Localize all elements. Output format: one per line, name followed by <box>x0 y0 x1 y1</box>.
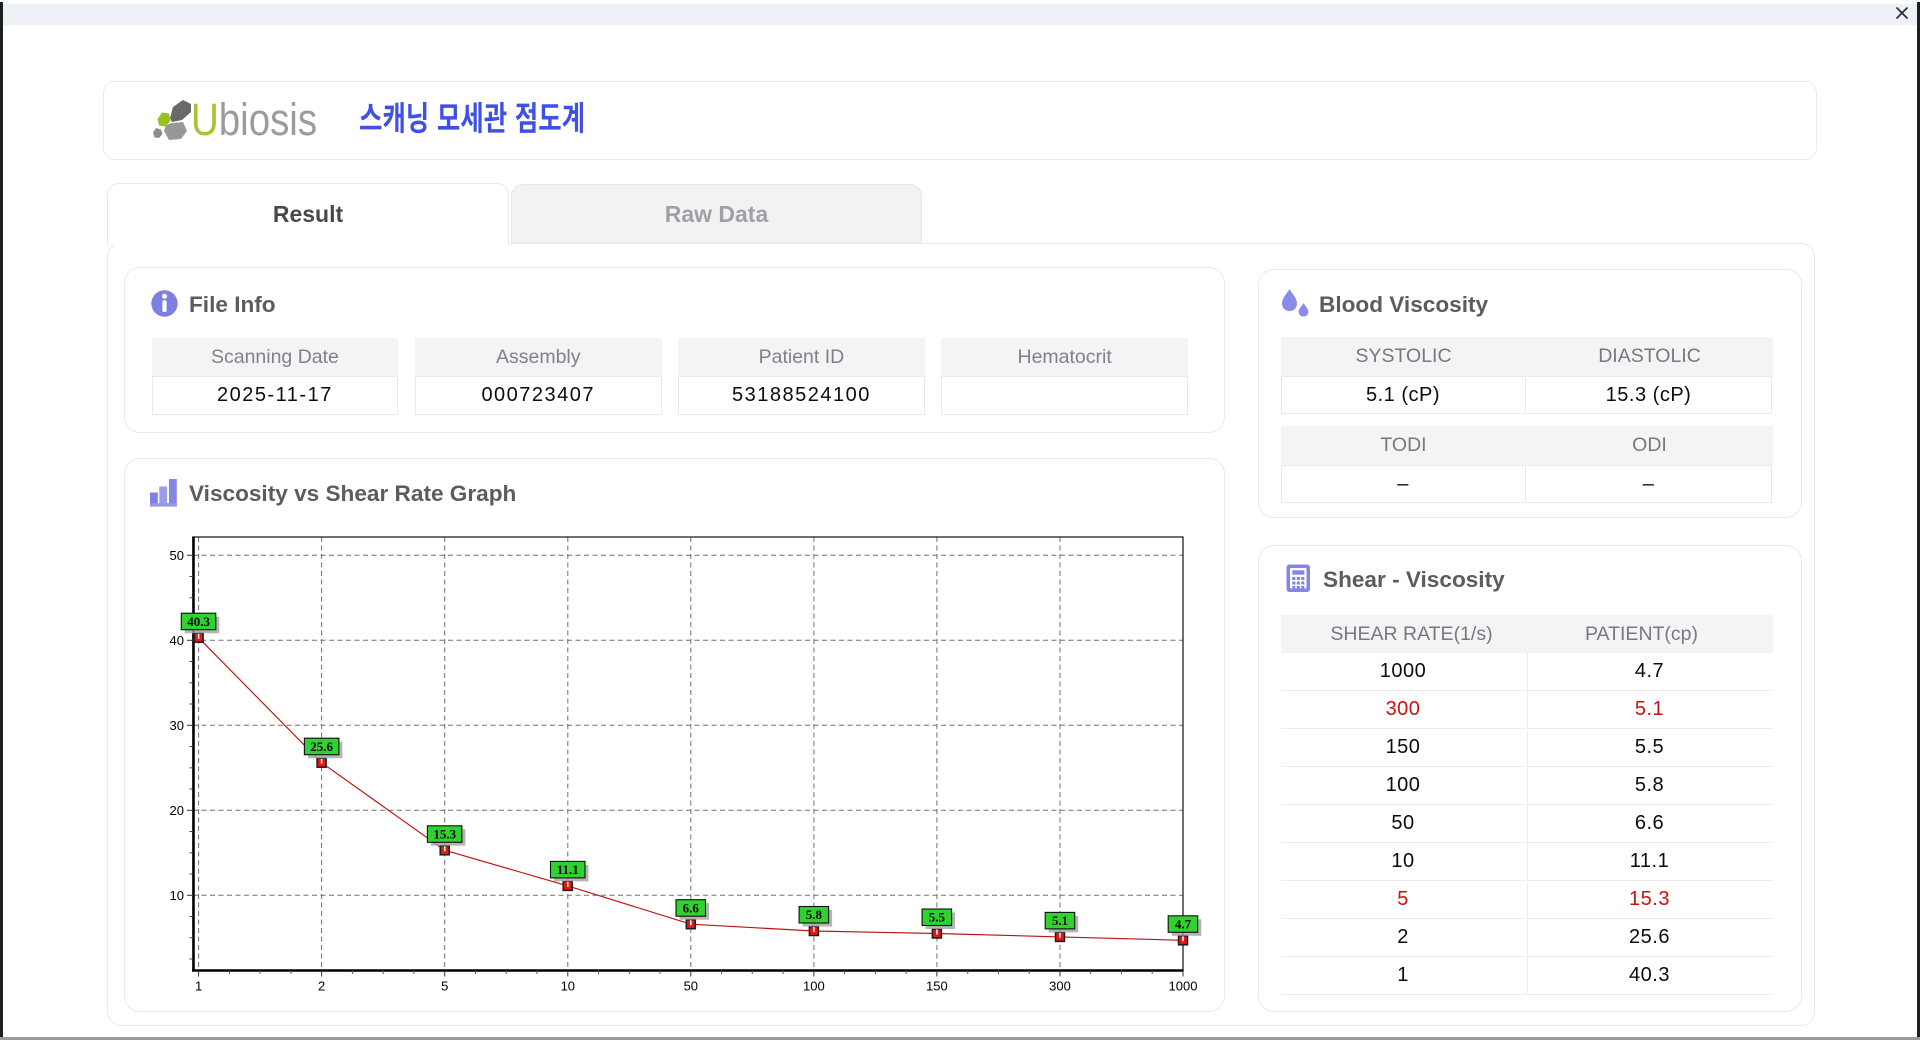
svg-text:40.3: 40.3 <box>187 614 210 629</box>
svg-text:5.8: 5.8 <box>806 907 823 922</box>
svg-text:5.5: 5.5 <box>929 910 946 925</box>
svg-text:11.1: 11.1 <box>557 862 579 877</box>
svg-text:50: 50 <box>170 548 184 563</box>
svg-text:15.3: 15.3 <box>433 826 456 841</box>
svg-text:2: 2 <box>318 979 325 994</box>
svg-text:100: 100 <box>803 979 825 994</box>
svg-text:10: 10 <box>561 979 575 994</box>
svg-text:10: 10 <box>170 888 184 903</box>
svg-text:4.7: 4.7 <box>1175 917 1192 932</box>
svg-text:5: 5 <box>441 979 448 994</box>
svg-text:5.1: 5.1 <box>1052 913 1068 928</box>
svg-text:1: 1 <box>195 979 202 994</box>
svg-text:50: 50 <box>684 979 698 994</box>
svg-text:25.6: 25.6 <box>310 739 333 754</box>
svg-text:20: 20 <box>170 803 184 818</box>
svg-text:40: 40 <box>170 633 184 648</box>
svg-text:6.6: 6.6 <box>683 900 700 915</box>
svg-text:1000: 1000 <box>1169 979 1198 994</box>
svg-text:150: 150 <box>926 979 948 994</box>
svg-text:30: 30 <box>170 718 184 733</box>
svg-text:300: 300 <box>1049 979 1071 994</box>
